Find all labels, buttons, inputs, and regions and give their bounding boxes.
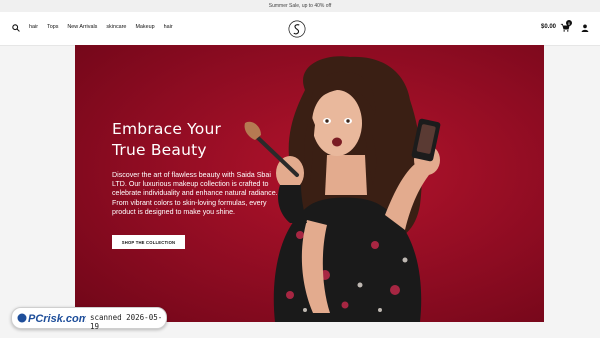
nav-item-tops[interactable]: Tops (47, 24, 58, 30)
brand-logo[interactable] (288, 20, 306, 38)
nav-item-skincare[interactable]: skincare (106, 24, 126, 30)
hero-banner: Embrace Your True Beauty Discover the ar… (75, 45, 544, 322)
nav-item-makeup[interactable]: Makeup (135, 24, 154, 30)
cart-count-badge: 0 (566, 20, 572, 26)
pcrisk-logo-text: PCrisk.com (28, 313, 86, 325)
cart-total[interactable]: $0.00 (541, 24, 556, 30)
scan-watermark: PCrisk.com scanned 2026-05-19 (11, 307, 167, 331)
nav-item-new-arrivals[interactable]: New Arrivals (67, 24, 97, 30)
hero-title: Embrace Your True Beauty (112, 119, 262, 161)
main-nav: hair Tops New Arrivals skincare Makeup h… (29, 24, 182, 30)
site-header: hair Tops New Arrivals skincare Makeup h… (0, 12, 600, 46)
announcement-bar: Summer Sale, up to 40% off (0, 0, 600, 12)
nav-item-hair-2[interactable]: hair (164, 24, 173, 30)
hero-description: Discover the art of flawless beauty with… (112, 171, 278, 216)
shop-collection-button[interactable]: SHOP THE COLLECTION (112, 235, 185, 249)
hero-title-line2: True Beauty (112, 141, 207, 159)
nav-item-hair[interactable]: hair (29, 24, 38, 30)
announcement-text: Summer Sale, up to 40% off (268, 3, 332, 9)
search-icon[interactable] (12, 24, 20, 32)
scan-stamp: scanned 2026-05-19 (90, 313, 163, 331)
user-account-icon[interactable] (581, 24, 589, 32)
hero-title-line1: Embrace Your (112, 120, 222, 138)
pcrisk-logo: PCrisk.com (17, 313, 86, 325)
